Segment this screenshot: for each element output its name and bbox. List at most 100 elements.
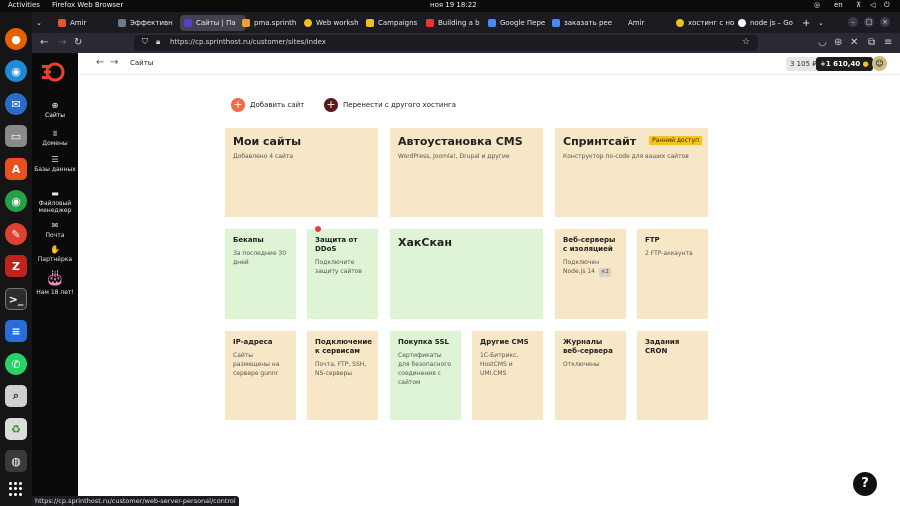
card-description: Конструктор по-code для ваших сайтов: [563, 153, 689, 160]
terminal-icon[interactable]: >_: [5, 288, 27, 310]
software-center-icon[interactable]: A: [5, 158, 27, 180]
card-webserver-logs[interactable]: Журналы веб-сервера Отключены: [555, 331, 626, 420]
bookmark-star-icon[interactable]: ☆: [742, 37, 750, 47]
tab-overflow-icon[interactable]: ⌄: [818, 15, 830, 31]
tab-list-button[interactable]: ⌄: [36, 15, 52, 31]
tab[interactable]: заказать рее: [552, 15, 614, 31]
files-icon[interactable]: ▭: [5, 125, 27, 147]
card-ip-addresses[interactable]: IP-адреса Сайты размещены на сервере gun…: [225, 331, 296, 420]
tab[interactable]: Web worksh: [304, 15, 364, 31]
sidebar-item-birthday[interactable]: 🎂︎ Нам 18 лет!: [32, 268, 78, 297]
card-other-cms[interactable]: Другие CMS 1С-Битрикс, HostCMS и UMI.CMS: [472, 331, 543, 420]
card-haxscan[interactable]: ХакСкан: [390, 229, 543, 319]
card-ddos-protection[interactable]: Защита от DDoS Подключите защиту сайтов: [307, 229, 378, 319]
address-bar[interactable]: ⛉ 🔒︎ https://cp.sprinthost.ru/customer/s…: [134, 35, 758, 51]
mail-icon: ✉: [51, 221, 59, 230]
transfer-site-button[interactable]: + Перенести с другого хостинга: [324, 98, 456, 112]
card-description: За последние 30 дней: [233, 250, 287, 266]
menu-hamburger-icon[interactable]: ≡: [884, 36, 892, 50]
gimp-icon[interactable]: ◍: [5, 450, 27, 472]
card-autoinstall-cms[interactable]: Автоустановка CMS WordPress, Joomla!, Dr…: [390, 128, 543, 217]
forward-arrow-icon[interactable]: →: [58, 36, 66, 50]
tab[interactable]: pma.sprinth: [242, 15, 302, 31]
text-editor-icon[interactable]: ≡: [5, 320, 27, 342]
minimize-button[interactable]: –: [848, 17, 858, 27]
trash-icon[interactable]: ♻: [5, 418, 27, 440]
sidebar-item-mail[interactable]: ✉ Почта: [32, 221, 78, 239]
lock-icon[interactable]: 🔒︎: [156, 37, 160, 47]
cake-icon: 🎂︎: [44, 268, 66, 287]
new-tab-button[interactable]: +: [802, 15, 814, 31]
breadcrumb: Сайты: [130, 59, 154, 67]
chrome-icon[interactable]: ◉: [5, 60, 27, 82]
tab[interactable]: Amir: [58, 15, 114, 31]
site-sidebar: ⊕ Сайты ʬ Домены ☰ Базы данных ▬ Файловы…: [32, 53, 78, 506]
add-site-button[interactable]: + Добавить сайт: [231, 98, 304, 112]
filezilla-icon[interactable]: Z: [5, 255, 27, 277]
site-header: ← → Сайты 3 105 ₽ +1 610,40 ● ☺: [78, 53, 900, 75]
show-apps-icon[interactable]: [9, 482, 23, 496]
card-backups[interactable]: Бекапы За последние 30 дней: [225, 229, 296, 319]
url-text[interactable]: https://cp.sprinthost.ru/customer/sites/…: [170, 38, 326, 46]
tab[interactable]: Building a b: [426, 15, 488, 31]
card-ftp[interactable]: FTP 2 FTP-аккаунта: [637, 229, 708, 319]
extension-icon[interactable]: ⊛: [834, 36, 842, 50]
sidebar-item-partners[interactable]: ✋ Партнёрка: [32, 245, 78, 263]
card-title: IP-адреса: [233, 338, 273, 346]
reload-icon[interactable]: ↻: [74, 36, 82, 50]
thunderbird-icon[interactable]: ✉: [5, 93, 27, 115]
clock[interactable]: ноя 19 18:22: [430, 1, 477, 9]
early-access-badge: Ранний доступ: [649, 136, 702, 145]
tab[interactable]: хостинг с но: [676, 15, 738, 31]
extension-icon[interactable]: ✕: [850, 36, 858, 50]
sidebar-item-sites[interactable]: ⊕ Сайты: [32, 101, 78, 119]
card-isolated-webservers[interactable]: Веб-серверы с изоляцией Подключен Node.j…: [555, 229, 626, 319]
activities-button[interactable]: Activities: [8, 1, 40, 9]
help-button[interactable]: ?: [853, 472, 877, 496]
card-description: Сертификаты для безопасного соединения с…: [398, 352, 452, 386]
tab-bar: ⌄ Amir Эффективн Сайты | Па pma.sprinth …: [32, 12, 900, 33]
sprinthost-logo[interactable]: [41, 59, 67, 85]
sidebar-item-file-manager[interactable]: ▬ Файловый менеджер: [32, 189, 78, 214]
tab[interactable]: Campaigns: [366, 15, 426, 31]
card-sprintsite[interactable]: Спринтсайт Ранний доступ Конструктор по-…: [555, 128, 708, 217]
card-title: Автоустановка CMS: [398, 135, 523, 148]
forward-arrow-icon[interactable]: →: [110, 57, 118, 68]
avatar[interactable]: ☺: [872, 56, 887, 71]
firefox-icon[interactable]: ●: [5, 28, 27, 50]
card-buy-ssl[interactable]: Покупка SSL Сертификаты для безопасного …: [390, 331, 461, 420]
card-description: Добавлено 4 сайта: [233, 153, 294, 160]
tab-favicon: [184, 19, 192, 27]
sidebar-item-databases[interactable]: ☰ Базы данных: [32, 155, 78, 173]
sidebar-item-domains[interactable]: ʬ Домены: [32, 129, 78, 147]
extensions-puzzle-icon[interactable]: ⧉: [868, 36, 875, 50]
card-service-connection[interactable]: Подключение к сервисам Почта, FTP, SSH, …: [307, 331, 378, 420]
pencil-app-icon[interactable]: ✎: [5, 223, 27, 245]
close-window-button[interactable]: ×: [880, 17, 890, 27]
pocket-icon[interactable]: ◡: [818, 36, 827, 50]
whatsapp-icon[interactable]: ✆: [5, 353, 27, 375]
back-arrow-icon[interactable]: ←: [96, 57, 104, 68]
card-description: Подключите защиту сайтов: [315, 259, 362, 275]
maximize-button[interactable]: □: [864, 17, 874, 27]
language-indicator[interactable]: en: [834, 1, 843, 9]
chrome-dev-icon[interactable]: ◉: [5, 190, 27, 212]
tab-active[interactable]: Сайты | Па: [180, 15, 246, 31]
tab[interactable]: Amir: [616, 15, 674, 31]
app-name[interactable]: Firefox Web Browser: [52, 1, 123, 9]
card-cron-jobs[interactable]: Задания CRON: [637, 331, 708, 420]
search-app-icon[interactable]: ⌕: [5, 385, 27, 407]
tab[interactable]: Эффективн: [118, 15, 178, 31]
network-icon[interactable]: ⊼: [856, 1, 861, 9]
link-status-bar: https://cp.sprinthost.ru/customer/web-se…: [32, 496, 239, 506]
card-description: Отключены: [563, 361, 600, 368]
tab[interactable]: node js – Go: [738, 15, 796, 31]
back-arrow-icon[interactable]: ←: [40, 36, 48, 50]
power-icon[interactable]: ⏻: [884, 1, 890, 10]
whatsapp-tray-icon[interactable]: ◎: [814, 1, 820, 9]
card-my-sites[interactable]: Мои сайты Добавлено 4 сайта: [225, 128, 378, 217]
bonus-badge[interactable]: +1 610,40 ●: [816, 57, 873, 71]
shield-icon[interactable]: ⛉: [142, 37, 148, 47]
volume-icon[interactable]: ◁: [870, 1, 875, 9]
tab[interactable]: Google Пере: [488, 15, 550, 31]
